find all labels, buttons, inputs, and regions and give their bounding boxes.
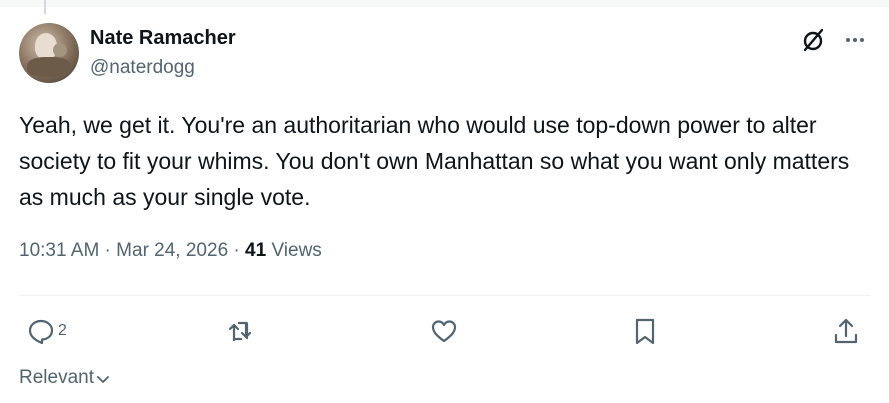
author-handle[interactable]: @naterdogg (90, 57, 195, 79)
avatar[interactable] (19, 23, 79, 83)
bookmark-icon (635, 318, 655, 345)
like-button[interactable] (429, 316, 459, 346)
sort-label: Relevant (19, 367, 94, 388)
reply-button[interactable]: 2 (26, 316, 67, 346)
top-strip (0, 0, 889, 7)
reply-count: 2 (58, 322, 67, 339)
repost-button[interactable] (225, 316, 255, 346)
sort-replies-dropdown[interactable]: Relevant (19, 367, 111, 389)
reply-icon (28, 319, 54, 345)
post-time[interactable]: 10:31 AM (19, 240, 99, 261)
share-icon (834, 318, 858, 344)
more-icon[interactable] (843, 28, 867, 52)
views-count[interactable]: 41 (245, 240, 266, 261)
bookmark-button[interactable] (630, 316, 660, 346)
avatar-base (27, 57, 71, 77)
post-meta: 10:31 AM · Mar 24, 2026 · 41 Views (19, 240, 322, 262)
post-date[interactable]: Mar 24, 2026 (116, 240, 228, 261)
author-name[interactable]: Nate Ramacher (90, 27, 236, 50)
grok-icon[interactable] (800, 27, 826, 53)
meta-separator: · (228, 240, 246, 261)
chevron-down-icon (97, 376, 109, 383)
share-button[interactable] (831, 316, 861, 346)
thread-connector-line (44, 0, 46, 14)
repost-icon (228, 321, 252, 342)
views-label[interactable]: Views (266, 240, 321, 261)
divider (19, 295, 870, 296)
avatar-detail (53, 43, 67, 57)
post-text: Yeah, we get it. You're an authoritarian… (19, 112, 850, 210)
like-icon (431, 320, 457, 343)
meta-separator: · (99, 240, 117, 261)
